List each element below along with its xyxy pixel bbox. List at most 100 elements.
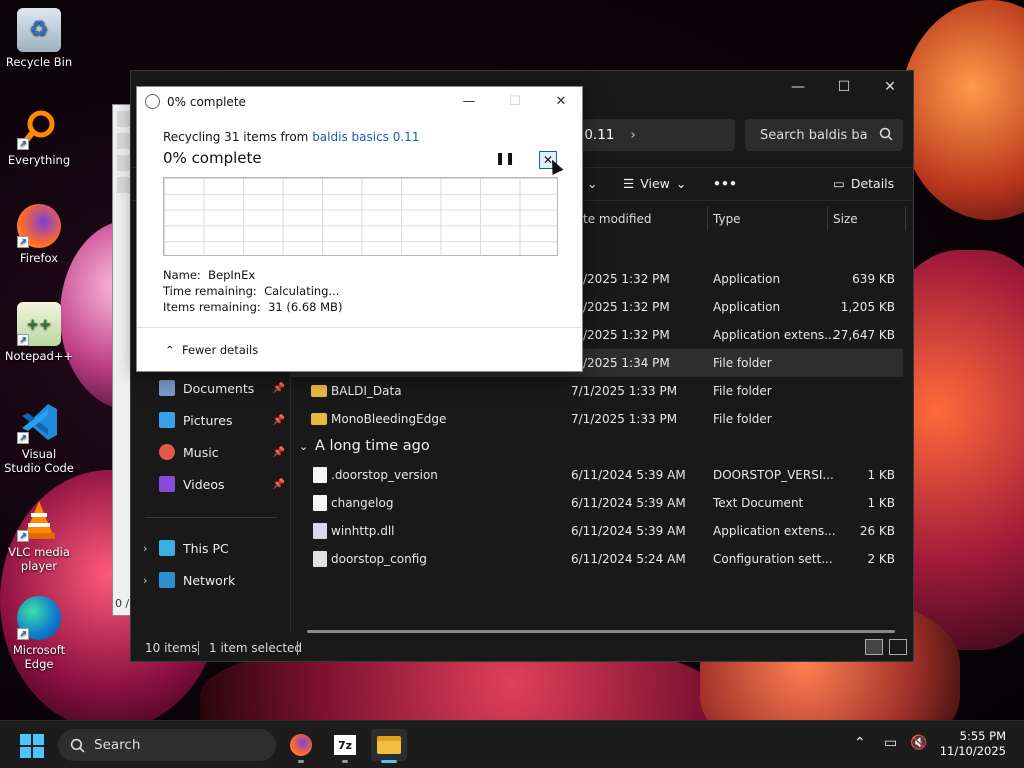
navigation-pane: Documents 📌 Pictures 📌 Music 📌 Videos 📌 …: [131, 371, 291, 631]
column-date-modified[interactable]: te modified: [583, 212, 651, 226]
search-input[interactable]: Search baldis ba: [745, 119, 903, 151]
show-hidden-icons-chevron-icon[interactable]: ⌃: [854, 735, 866, 751]
windows-logo-icon: [20, 747, 31, 758]
desktop-icon-label: Visual Studio Code: [4, 447, 74, 475]
file-type: Application extens...: [713, 524, 836, 538]
more-options-button[interactable]: •••: [713, 176, 737, 191]
documents-icon: [159, 380, 175, 396]
nav-item-music[interactable]: Music 📌: [159, 441, 289, 463]
view-button[interactable]: ☰ View ⌄: [623, 176, 686, 191]
nav-item-documents[interactable]: Documents 📌: [159, 377, 289, 399]
start-button[interactable]: [20, 734, 44, 758]
nav-item-label: Network: [183, 572, 236, 588]
horizontal-scrollbar[interactable]: [307, 630, 895, 633]
tiles-view-button[interactable]: [889, 639, 907, 655]
nav-item-videos[interactable]: Videos 📌: [159, 473, 289, 495]
taskbar-search-box[interactable]: Search: [58, 729, 276, 761]
taskbar-file-explorer[interactable]: [371, 729, 407, 763]
group-header-long-time-ago[interactable]: ⌄ A long time ago: [291, 433, 591, 461]
operation-text: Recycling 31 items from: [163, 130, 313, 144]
dialog-close-button[interactable]: ✕: [541, 91, 581, 113]
desktop-icon-vlc[interactable]: ↗ VLC media player: [2, 498, 76, 573]
file-row[interactable]: BALDI_Data 7/1/2025 1:33 PM File folder: [291, 377, 903, 405]
nav-item-this-pc[interactable]: › This PC: [143, 537, 289, 559]
system-clock[interactable]: 5:55 PM 11/10/2025: [940, 729, 1006, 759]
details-pane-button[interactable]: ▭ Details: [833, 176, 894, 191]
7zip-icon: 7z: [334, 735, 356, 755]
chevron-right-icon[interactable]: ›: [143, 542, 147, 555]
shortcut-arrow-icon: ↗: [17, 530, 29, 542]
nav-divider: [145, 517, 277, 518]
dialog-minimize-button[interactable]: —: [449, 91, 489, 113]
file-name: .doorstop_version: [331, 468, 438, 482]
nav-item-pictures[interactable]: Pictures 📌: [159, 409, 289, 431]
file-row[interactable]: doorstop_config 6/11/2024 5:24 AM Config…: [291, 545, 903, 573]
status-fragment: 0 /: [115, 597, 130, 610]
file-name: MonoBleedingEdge: [331, 412, 447, 426]
minimize-button[interactable]: —: [775, 71, 821, 103]
info-label: Time remaining:: [163, 284, 257, 298]
file-size: 1,205 KB: [840, 300, 895, 314]
progress-percent: 0% complete: [163, 149, 262, 167]
file-date: /2025 1:32 PM: [583, 300, 670, 314]
file-size: 639 KB: [852, 272, 895, 286]
file-row[interactable]: .doorstop_version 6/11/2024 5:39 AM DOOR…: [291, 461, 903, 489]
fewer-details-button[interactable]: ⌃ Fewer details: [165, 343, 258, 357]
text-document-icon: [313, 495, 327, 511]
view-list-icon: ☰: [623, 176, 635, 191]
this-pc-icon: [159, 540, 175, 556]
details-view-button[interactable]: [865, 639, 883, 655]
details-label: Details: [850, 176, 895, 191]
pause-button[interactable]: ❚❚: [495, 151, 515, 165]
folder-icon: [311, 385, 327, 397]
maximize-button[interactable]: ☐: [821, 71, 867, 103]
desktop-icon-vscode[interactable]: ↗ Visual Studio Code: [2, 400, 76, 475]
file-row[interactable]: MonoBleedingEdge 7/1/2025 1:33 PM File f…: [291, 405, 903, 433]
column-size[interactable]: Size: [833, 212, 858, 226]
file-date: 6/11/2024 5:39 AM: [571, 496, 686, 510]
transfer-speed-graph: [163, 177, 558, 256]
file-name: winhttp.dll: [331, 524, 395, 538]
column-divider[interactable]: [905, 207, 906, 231]
maximize-icon: ☐: [509, 94, 521, 109]
dialog-titlebar[interactable]: 0% complete — ☐ ✕: [137, 87, 582, 117]
close-button[interactable]: ✕: [867, 71, 913, 103]
pin-icon: 📌: [272, 446, 285, 458]
chevron-right-icon[interactable]: ›: [630, 127, 635, 143]
column-divider[interactable]: [707, 207, 708, 231]
pin-icon: 📌: [272, 382, 285, 394]
file-date: 7/1/2025 1:33 PM: [571, 384, 678, 398]
firefox-icon: [290, 734, 312, 756]
address-bar[interactable]: s 0.11 ›: [561, 119, 735, 151]
column-type[interactable]: Type: [713, 212, 741, 226]
windows-logo-icon: [33, 734, 44, 745]
view-label: View: [640, 176, 670, 191]
volume-muted-icon[interactable]: 🔇: [910, 735, 927, 751]
nav-item-network[interactable]: › Network: [143, 569, 289, 591]
pictures-icon: [159, 412, 175, 428]
everything-icon: ↗: [17, 106, 61, 150]
desktop-icon-recycle-bin[interactable]: ♻ Recycle Bin: [2, 8, 76, 69]
chevron-right-icon[interactable]: ›: [143, 574, 147, 587]
time-remaining-row: Time remaining: Calculating...: [163, 284, 339, 298]
desktop-icon-firefox[interactable]: ↗ Firefox: [2, 204, 76, 265]
desktop-icon-edge[interactable]: ↗ Microsoft Edge: [2, 596, 76, 671]
minimize-icon: —: [462, 94, 476, 109]
sort-dropdown-chevron[interactable]: ⌄: [587, 176, 597, 191]
recycle-progress-dialog[interactable]: 0% complete — ☐ ✕ Recycling 31 items fro…: [136, 86, 583, 372]
desktop-icon-notepad-plus-plus[interactable]: ++ ↗ Notepad++: [2, 302, 76, 363]
file-row[interactable]: winhttp.dll 6/11/2024 5:39 AM Applicatio…: [291, 517, 903, 545]
search-placeholder: Search baldis ba: [760, 127, 868, 143]
column-divider[interactable]: [827, 207, 828, 231]
windows-logo-icon: [33, 747, 44, 758]
source-folder-link[interactable]: baldis basics 0.11: [312, 130, 419, 144]
items-remaining-row: Items remaining: 31 (6.68 MB): [163, 300, 342, 314]
taskbar-firefox[interactable]: [283, 729, 319, 763]
taskbar-7zip[interactable]: 7z: [327, 729, 363, 763]
fewer-details-label: Fewer details: [181, 343, 259, 357]
close-icon: ✕: [555, 94, 567, 109]
network-monitor-icon[interactable]: ▭: [884, 735, 897, 751]
file-row[interactable]: changelog 6/11/2024 5:39 AM Text Documen…: [291, 489, 903, 517]
desktop-icon-everything[interactable]: ↗ Everything: [2, 106, 76, 167]
file-date: 6/11/2024 5:39 AM: [571, 468, 686, 482]
